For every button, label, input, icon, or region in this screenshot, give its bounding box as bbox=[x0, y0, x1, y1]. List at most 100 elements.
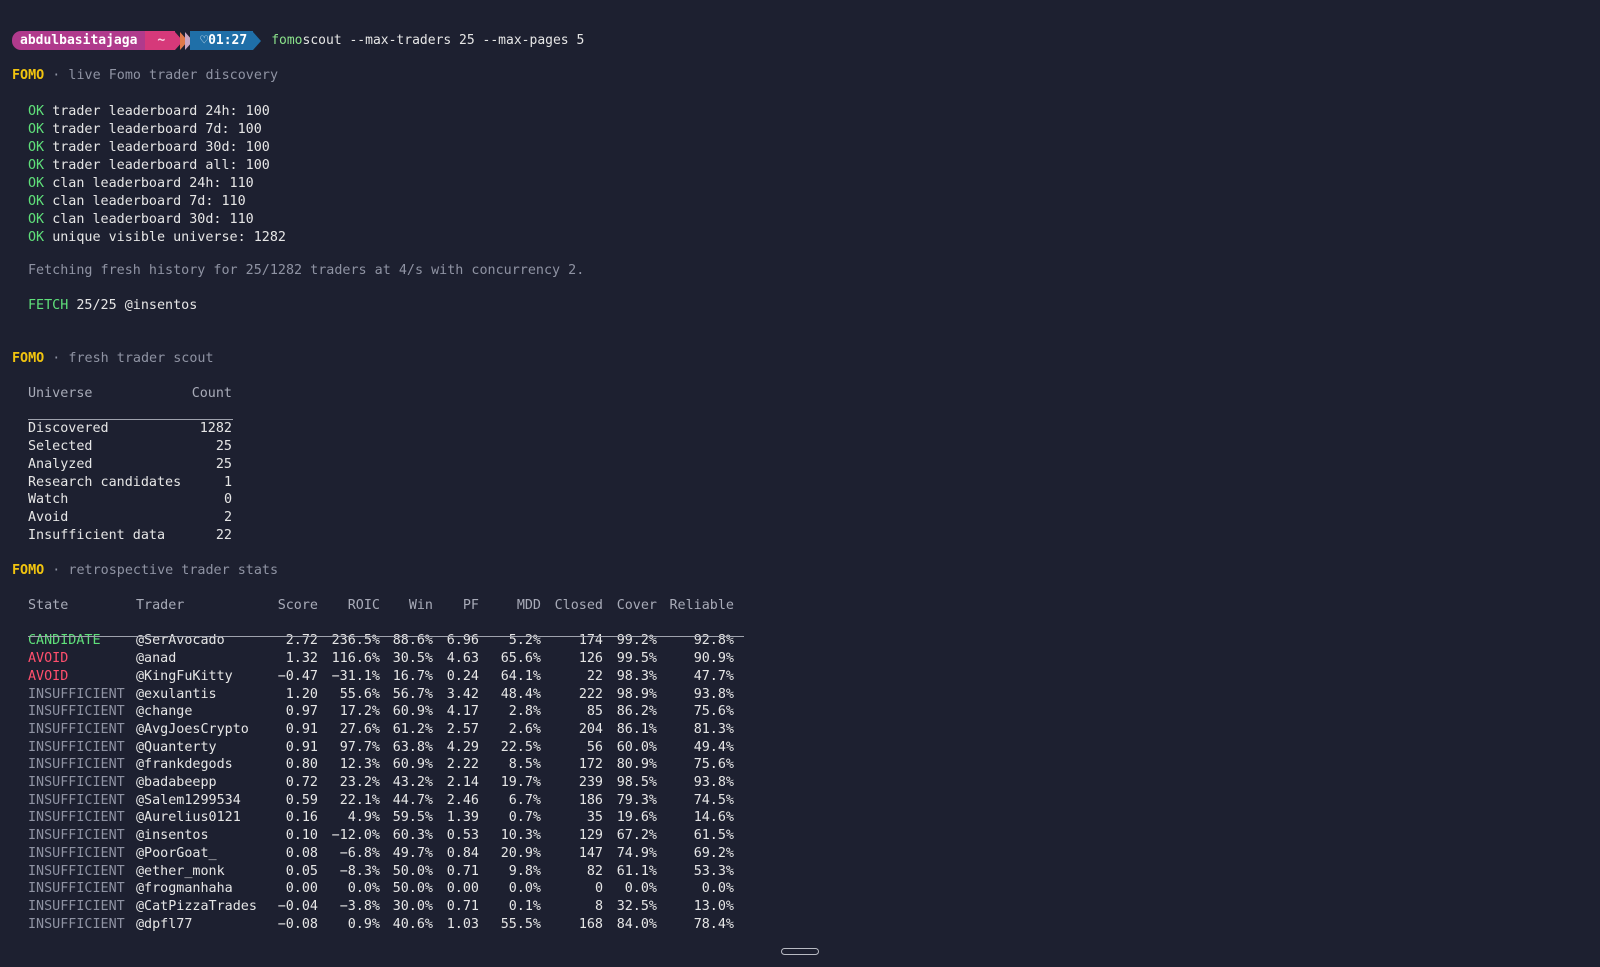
stats-cell-reliable: 61.5% bbox=[693, 828, 734, 844]
stats-cell-mdd: 65.6% bbox=[500, 651, 541, 667]
fetch-status-line: FETCH 25/25 @insentos bbox=[28, 297, 197, 315]
ok-text: trader leaderboard 30d: 100 bbox=[52, 140, 270, 155]
stats-cell-roic: 12.3% bbox=[339, 757, 380, 773]
stats-cell-trader: @frankdegods bbox=[136, 757, 233, 773]
ok-status-line: OK clan leaderboard 7d: 110 bbox=[28, 193, 246, 211]
table-row: INSUFFICIENT @exulantis 1.20 55.6% 56.7% 3.42… bbox=[28, 686, 734, 704]
stats-cell-closed: 56 bbox=[586, 739, 603, 755]
ok-label: OK bbox=[28, 230, 45, 245]
stats-cell-closed: 129 bbox=[578, 828, 603, 844]
ok-text: clan leaderboard 7d: 110 bbox=[52, 194, 246, 209]
stats-cell-mdd: 19.7% bbox=[500, 775, 541, 791]
stats-cell-cover: 80.9% bbox=[616, 757, 657, 773]
stats-cell-reliable: 53.3% bbox=[693, 863, 734, 879]
stats-cell-roic: −8.3% bbox=[339, 863, 380, 879]
prompt-dir-segment: ~ bbox=[145, 31, 176, 50]
stats-cell-trader: @anad bbox=[136, 651, 177, 667]
ok-label: OK bbox=[28, 104, 45, 119]
table-row: INSUFFICIENT @Quanterty 0.91 97.7% 63.8% 4.29… bbox=[28, 739, 734, 757]
stats-cell-cover: 98.9% bbox=[616, 686, 657, 702]
stats-cell-roic: −31.1% bbox=[331, 668, 380, 684]
command-name[interactable]: fomo bbox=[271, 33, 302, 48]
stats-cell-mdd: 8.5% bbox=[508, 757, 541, 773]
stats-cell-score: 0.97 bbox=[285, 704, 318, 720]
section-title: · retrospective trader stats bbox=[44, 563, 279, 578]
stats-cell-win: 49.7% bbox=[392, 845, 433, 861]
trader-stats-table: State Trader Score ROIC Win PF MDD Closed Cover R… bbox=[28, 597, 734, 933]
scrollbar-handle[interactable] bbox=[781, 948, 819, 955]
stats-cell-score: −0.08 bbox=[277, 916, 318, 932]
stats-cell-state: INSUFFICIENT bbox=[28, 916, 125, 932]
stats-cell-mdd: 0.1% bbox=[508, 898, 541, 914]
stats-cell-closed: 172 bbox=[578, 757, 603, 773]
brand-label: FOMO bbox=[12, 563, 45, 578]
stats-cell-mdd: 10.3% bbox=[500, 828, 541, 844]
stats-cell-roic: 0.9% bbox=[347, 916, 380, 932]
stats-cell-roic: −6.8% bbox=[339, 845, 380, 861]
stats-cell-roic: 22.1% bbox=[339, 792, 380, 808]
stats-cell-mdd: 2.8% bbox=[508, 704, 541, 720]
stats-cell-closed: 168 bbox=[578, 916, 603, 932]
table-row: INSUFFICIENT @insentos 0.10 −12.0% 60.3% 0.53… bbox=[28, 827, 734, 845]
stats-cell-closed: 239 bbox=[578, 775, 603, 791]
stats-cell-win: 16.7% bbox=[392, 668, 433, 684]
stats-cell-pf: 0.24 bbox=[446, 668, 479, 684]
stats-cell-score: −0.04 bbox=[277, 898, 318, 914]
ok-text: unique visible universe: 1282 bbox=[52, 230, 286, 245]
stats-cell-cover: 86.1% bbox=[616, 721, 657, 737]
ok-label: OK bbox=[28, 176, 45, 191]
universe-label: Research candidates bbox=[28, 474, 182, 490]
stats-cell-reliable: 75.6% bbox=[693, 704, 734, 720]
stats-cell-closed: 35 bbox=[586, 810, 603, 826]
ok-text: trader leaderboard all: 100 bbox=[52, 158, 270, 173]
stats-cell-score: 0.05 bbox=[285, 863, 318, 879]
stats-cell-state: INSUFFICIENT bbox=[28, 775, 125, 791]
stats-cell-win: 60.9% bbox=[392, 704, 433, 720]
stats-cell-roic: 55.6% bbox=[339, 686, 380, 702]
stats-cell-pf: 1.39 bbox=[446, 810, 479, 826]
universe-table: Universe Count Discovered 1282 Selected 25 A… bbox=[28, 385, 232, 544]
stats-cell-roic: −12.0% bbox=[331, 828, 380, 844]
stats-cell-mdd: 20.9% bbox=[500, 845, 541, 861]
stats-header-divider bbox=[28, 636, 744, 637]
stats-cell-closed: 85 bbox=[586, 704, 603, 720]
stats-cell-closed: 8 bbox=[594, 898, 603, 914]
stats-cell-cover: 99.5% bbox=[616, 651, 657, 667]
stats-cell-reliable: 93.8% bbox=[693, 686, 734, 702]
universe-label: Analyzed bbox=[28, 456, 93, 472]
table-row: Analyzed 25 bbox=[28, 456, 232, 474]
stats-cell-closed: 147 bbox=[578, 845, 603, 861]
stats-cell-roic: 17.2% bbox=[339, 704, 380, 720]
stats-header-pf: PF bbox=[462, 598, 479, 613]
stats-cell-cover: 98.5% bbox=[616, 775, 657, 791]
stats-cell-mdd: 9.8% bbox=[508, 863, 541, 879]
universe-label: Insufficient data bbox=[28, 527, 166, 543]
heart-icon: ♡ bbox=[200, 33, 209, 48]
command-args[interactable]: scout --max-traders 25 --max-pages 5 bbox=[303, 33, 585, 48]
ok-text: trader leaderboard 7d: 100 bbox=[52, 122, 262, 137]
stats-cell-closed: 204 bbox=[578, 721, 603, 737]
stats-cell-trader: @exulantis bbox=[136, 686, 217, 702]
table-row: Discovered 1282 bbox=[28, 420, 232, 438]
stats-cell-pf: 0.71 bbox=[446, 898, 479, 914]
fetch-info-text: Fetching fresh history for 25/1282 trade… bbox=[28, 263, 585, 278]
stats-cell-score: 0.80 bbox=[285, 757, 318, 773]
stats-cell-cover: 19.6% bbox=[616, 810, 657, 826]
ok-text: clan leaderboard 30d: 110 bbox=[52, 212, 254, 227]
stats-cell-win: 50.0% bbox=[392, 863, 433, 879]
table-row: INSUFFICIENT @change 0.97 17.2% 60.9% 4.17 2.8… bbox=[28, 703, 734, 721]
universe-header-row: Universe Count bbox=[28, 385, 232, 403]
stats-cell-trader: @ether_monk bbox=[136, 863, 225, 879]
universe-count: 1 bbox=[223, 474, 232, 490]
stats-cell-win: 30.0% bbox=[392, 898, 433, 914]
stats-cell-reliable: 74.5% bbox=[693, 792, 734, 808]
stats-cell-trader: @insentos bbox=[136, 828, 209, 844]
shell-prompt: abdulbasitajaga ~ ♡01:27 fomo scout --ma… bbox=[12, 31, 584, 50]
stats-cell-pf: 2.22 bbox=[446, 757, 479, 773]
stats-cell-pf: 0.84 bbox=[446, 845, 479, 861]
stats-cell-pf: 4.29 bbox=[446, 739, 479, 755]
stats-cell-cover: 86.2% bbox=[616, 704, 657, 720]
section-title: · live Fomo trader discovery bbox=[44, 68, 279, 83]
stats-header-closed: Closed bbox=[554, 598, 603, 613]
stats-cell-score: 0.91 bbox=[285, 721, 318, 737]
